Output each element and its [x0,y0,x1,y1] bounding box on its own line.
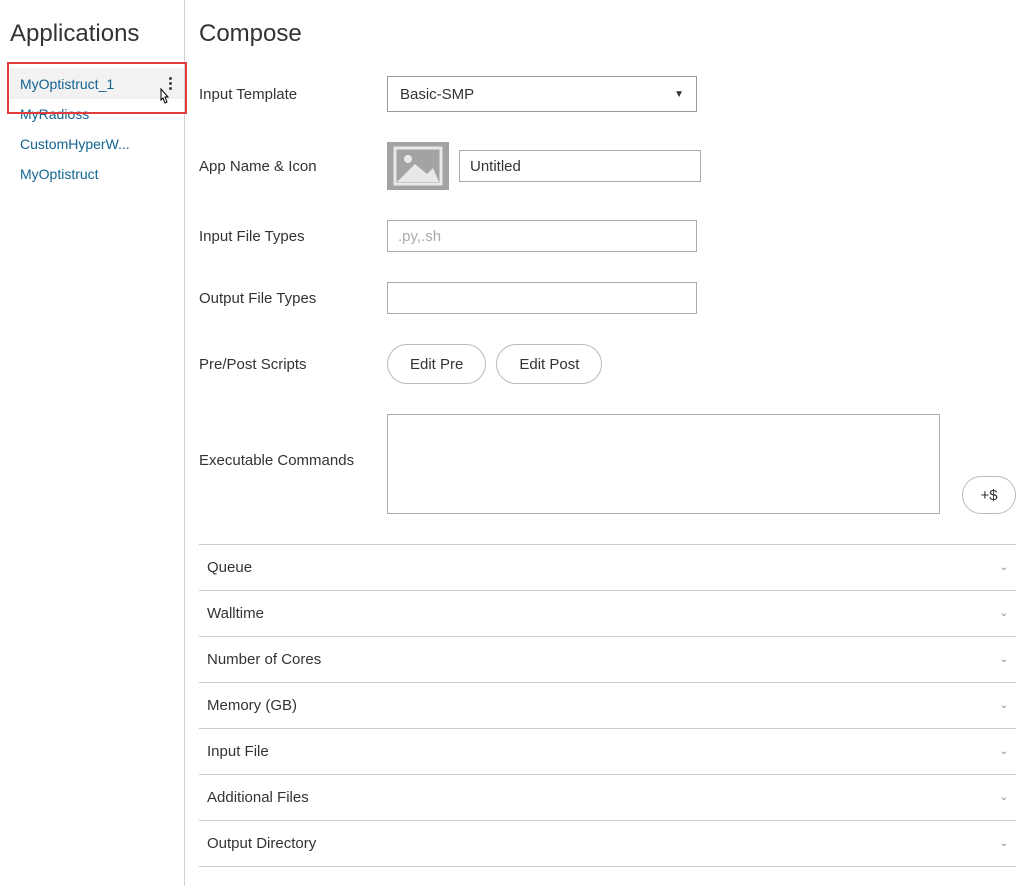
chevron-down-icon: ⌄ [1000,838,1008,849]
accordion-label: Walltime [207,605,264,622]
sidebar-item-customhyperw[interactable]: CustomHyperW... [10,129,184,159]
label-app-name-icon: App Name & Icon [199,158,387,175]
accordion-input-file[interactable]: Input File ⌄ [199,728,1016,774]
input-file-types-input[interactable] [387,220,697,252]
sidebar-item-label: MyOptistruct_1 [20,76,114,92]
accordion-label: Output Directory [207,835,316,852]
output-file-types-input[interactable] [387,282,697,314]
sidebar-item-myradioss[interactable]: MyRadioss [10,99,184,129]
accordion-additional-files[interactable]: Additional Files ⌄ [199,774,1016,820]
main-panel: Compose Input Template Basic-SMP ▼ App N… [185,0,1030,886]
app-list: MyOptistruct_1 MyRadioss CustomHyperW...… [10,68,184,189]
image-placeholder-icon [387,142,449,190]
sidebar-item-label: CustomHyperW... [20,136,130,152]
sidebar-item-label: MyOptistruct [20,166,99,182]
app-icon-picker[interactable] [387,142,449,190]
accordion-cores[interactable]: Number of Cores ⌄ [199,636,1016,682]
app-name-input[interactable] [459,150,701,182]
accordion-label: Memory (GB) [207,697,297,714]
edit-post-button[interactable]: Edit Post [496,344,602,384]
chevron-down-icon: ⌄ [1000,654,1008,665]
sidebar-title: Applications [10,20,184,48]
accordion-label: Queue [207,559,252,576]
chevron-down-icon: ⌄ [1000,562,1008,573]
accordion: Queue ⌄ Walltime ⌄ Number of Cores ⌄ Mem… [199,544,1016,867]
add-variable-button[interactable]: +$ [962,476,1016,514]
chevron-down-icon: ⌄ [1000,746,1008,757]
caret-down-icon: ▼ [674,89,684,100]
label-executable-commands: Executable Commands [199,414,387,469]
sidebar: Applications MyOptistruct_1 MyRadioss Cu… [0,0,185,886]
label-input-file-types: Input File Types [199,228,387,245]
accordion-label: Additional Files [207,789,309,806]
accordion-output-directory[interactable]: Output Directory ⌄ [199,820,1016,867]
label-pre-post-scripts: Pre/Post Scripts [199,356,387,373]
accordion-queue[interactable]: Queue ⌄ [199,544,1016,590]
label-output-file-types: Output File Types [199,290,387,307]
accordion-label: Number of Cores [207,651,321,668]
executable-commands-input[interactable] [387,414,940,514]
chevron-down-icon: ⌄ [1000,700,1008,711]
sidebar-item-myoptistruct1[interactable]: MyOptistruct_1 [10,68,184,99]
accordion-label: Input File [207,743,269,760]
kebab-menu-icon[interactable] [167,75,174,92]
select-value: Basic-SMP [400,86,474,103]
input-template-select[interactable]: Basic-SMP ▼ [387,76,697,112]
sidebar-item-label: MyRadioss [20,106,89,122]
sidebar-item-myoptistruct[interactable]: MyOptistruct [10,159,184,189]
edit-pre-button[interactable]: Edit Pre [387,344,486,384]
chevron-down-icon: ⌄ [1000,608,1008,619]
accordion-memory[interactable]: Memory (GB) ⌄ [199,682,1016,728]
accordion-walltime[interactable]: Walltime ⌄ [199,590,1016,636]
page-title: Compose [199,20,1016,48]
label-input-template: Input Template [199,86,387,103]
chevron-down-icon: ⌄ [1000,792,1008,803]
